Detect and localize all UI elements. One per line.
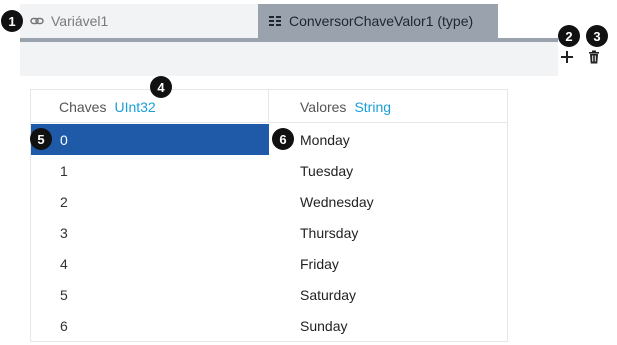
value-cell[interactable]: Tuesday xyxy=(269,155,507,186)
tab-label: ConversorChaveValor1 (type) xyxy=(289,13,474,29)
tab-label: Variável1 xyxy=(51,13,109,29)
values-header-label: Valores xyxy=(300,98,347,115)
key-value-table: Chaves UInt32 Valores String 0 Monday 1 … xyxy=(30,89,508,342)
key-cell[interactable]: 2 xyxy=(31,186,269,217)
table-row[interactable]: 2 Wednesday xyxy=(31,186,507,217)
toolbar xyxy=(20,42,599,76)
values-type-label[interactable]: String xyxy=(354,99,391,115)
tab-bar: Variável1 ConversorChaveValor1 (type) xyxy=(20,4,498,42)
value-cell[interactable]: Saturday xyxy=(269,279,507,310)
value-cell[interactable]: Sunday xyxy=(269,310,507,341)
callout-4: 4 xyxy=(150,76,172,98)
callout-3: 3 xyxy=(586,25,608,47)
callout-1: 1 xyxy=(1,10,23,32)
key-cell[interactable]: 0 xyxy=(31,124,269,155)
table-header: Chaves UInt32 Valores String xyxy=(31,90,507,123)
table-row[interactable]: 5 Saturday xyxy=(31,279,507,310)
keys-type-label[interactable]: UInt32 xyxy=(114,99,155,115)
trash-icon xyxy=(588,50,600,69)
table-row[interactable]: 4 Friday xyxy=(31,248,507,279)
value-cell[interactable]: Thursday xyxy=(269,217,507,248)
table-row[interactable]: 3 Thursday xyxy=(31,217,507,248)
value-cell[interactable]: Wednesday xyxy=(269,186,507,217)
key-value-icon xyxy=(268,14,282,28)
value-cell[interactable]: Monday xyxy=(269,124,507,155)
key-cell[interactable]: 4 xyxy=(31,248,269,279)
plus-icon xyxy=(560,50,574,69)
key-cell[interactable]: 1 xyxy=(31,155,269,186)
table-row[interactable]: 6 Sunday xyxy=(31,310,507,341)
key-cell[interactable]: 5 xyxy=(31,279,269,310)
value-cell[interactable]: Friday xyxy=(269,248,507,279)
key-cell[interactable]: 6 xyxy=(31,310,269,341)
keys-column-header: Chaves UInt32 xyxy=(31,90,269,123)
delete-entry-button[interactable] xyxy=(586,50,602,69)
callout-5: 5 xyxy=(30,128,52,150)
add-entry-button[interactable] xyxy=(559,50,575,69)
tab-conversor-chave-valor[interactable]: ConversorChaveValor1 (type) xyxy=(258,4,498,38)
tab-variavel1[interactable]: Variável1 xyxy=(20,4,258,38)
callout-2: 2 xyxy=(558,25,580,47)
table-row[interactable]: 0 Monday xyxy=(31,124,507,155)
keys-header-label: Chaves xyxy=(59,98,107,115)
table-row[interactable]: 1 Tuesday xyxy=(31,155,507,186)
key-cell[interactable]: 3 xyxy=(31,217,269,248)
callout-6: 6 xyxy=(272,128,294,150)
table-body: 0 Monday 1 Tuesday 2 Wednesday 3 Thursda… xyxy=(31,124,507,341)
link-icon xyxy=(30,14,44,28)
values-column-header: Valores String xyxy=(269,90,507,123)
